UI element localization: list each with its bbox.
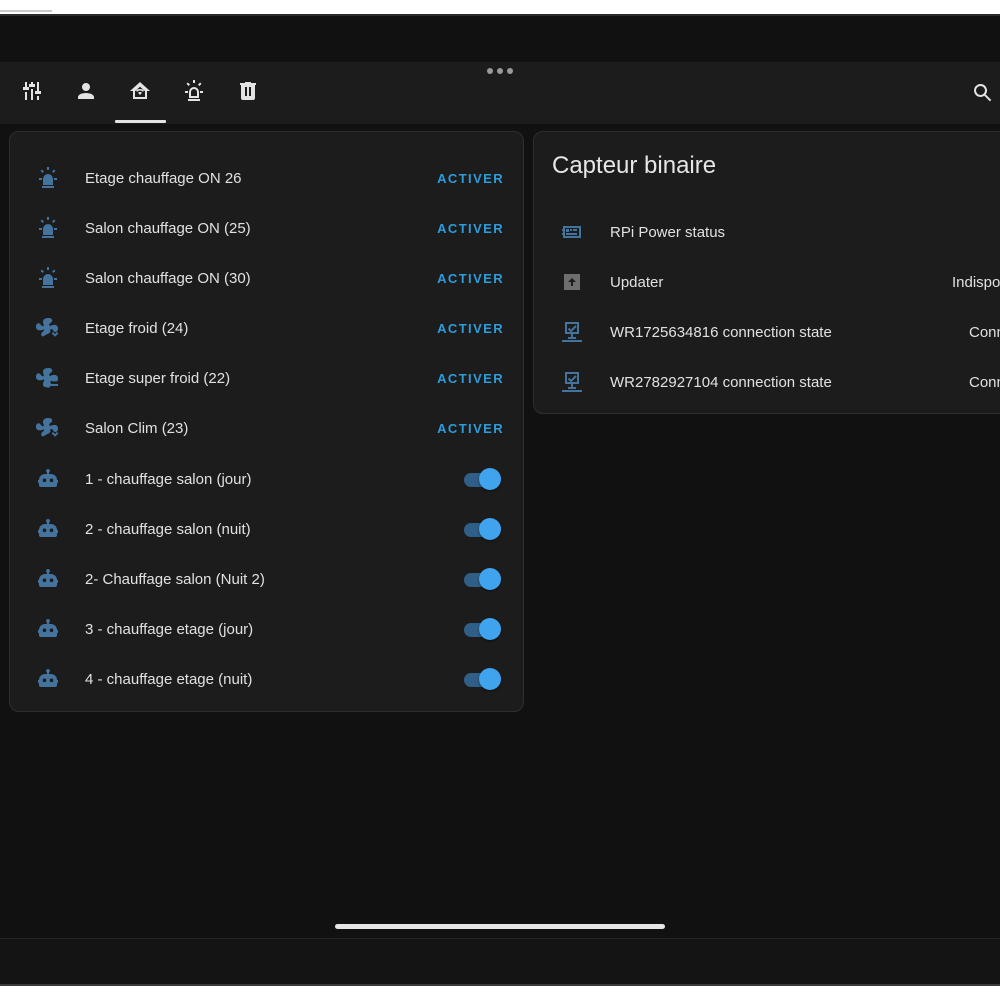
automation-toggle[interactable]	[462, 618, 502, 640]
scene-row: Salon chauffage ON (30) ACTIVER	[10, 253, 523, 303]
status-bar	[0, 16, 1000, 62]
fan-chevron-down-icon	[35, 315, 61, 341]
home-automation-icon	[130, 82, 150, 99]
tune-vertical-icon	[23, 82, 41, 100]
sensor-state: Conn	[969, 323, 1000, 341]
tab-trash-can-icon[interactable]	[235, 78, 261, 104]
row-label: RPi Power status	[610, 223, 726, 241]
row-label: Etage froid (24)	[85, 319, 189, 337]
package-up-icon	[559, 269, 585, 295]
card-title: Capteur binaire	[552, 152, 717, 179]
trash-can-icon	[240, 82, 256, 100]
row-label: WR2782927104 connection state	[610, 373, 832, 391]
activate-button[interactable]: ACTIVER	[437, 371, 504, 386]
magnify-icon	[974, 84, 992, 102]
sensor-row[interactable]: WR2782927104 connection state Conn	[534, 357, 1000, 407]
sensor-row[interactable]: Updater Indispo	[534, 257, 1000, 307]
frame-notch	[0, 0, 52, 12]
app-screen: Etage chauffage ON 26 ACTIVER Salon chau…	[0, 14, 1000, 986]
sensor-state: Indispo	[952, 273, 1000, 291]
sensor-state: Conn	[969, 373, 1000, 391]
row-label: 2 - chauffage salon (nuit)	[85, 520, 251, 538]
automation-row: 4 - chauffage etage (nuit)	[10, 654, 523, 704]
lan-connect-icon	[559, 319, 585, 345]
automation-row: 1 - chauffage salon (jour)	[10, 454, 523, 504]
search-button[interactable]	[968, 78, 998, 108]
scene-row: Etage chauffage ON 26 ACTIVER	[10, 153, 523, 203]
activate-button[interactable]: ACTIVER	[437, 221, 504, 236]
home-indicator[interactable]	[335, 924, 665, 929]
automation-toggle[interactable]	[462, 468, 502, 490]
row-label: WR1725634816 connection state	[610, 323, 832, 341]
alarm-light-icon	[185, 80, 203, 101]
row-label: 4 - chauffage etage (nuit)	[85, 670, 253, 688]
bottom-bar	[0, 938, 1000, 984]
dots-horizontal-icon[interactable]	[487, 66, 513, 76]
row-label: Updater	[610, 273, 664, 291]
automation-row: 2 - chauffage salon (nuit)	[10, 504, 523, 554]
fan-minus-icon	[35, 365, 61, 391]
row-label: Salon Clim (23)	[85, 419, 189, 437]
robot-icon	[35, 666, 61, 692]
tab-tune-vertical-icon[interactable]	[19, 78, 45, 104]
active-tab-indicator	[115, 120, 166, 123]
dashboard-view: Etage chauffage ON 26 ACTIVER Salon chau…	[0, 124, 1000, 934]
top-toolbar	[0, 62, 1000, 124]
robot-icon	[35, 466, 61, 492]
automation-row: 3 - chauffage etage (jour)	[10, 604, 523, 654]
automation-row: 2- Chauffage salon (Nuit 2)	[10, 554, 523, 604]
scene-row: Etage super froid (22) ACTIVER	[10, 353, 523, 403]
lan-connect-icon	[559, 369, 585, 395]
activate-button[interactable]: ACTIVER	[437, 321, 504, 336]
robot-icon	[35, 616, 61, 642]
alarm-light-icon	[35, 265, 61, 291]
alarm-light-icon	[35, 215, 61, 241]
activate-button[interactable]: ACTIVER	[437, 271, 504, 286]
sensor-row[interactable]: RPi Power status	[534, 207, 1000, 257]
scene-row: Salon Clim (23) ACTIVER	[10, 403, 523, 453]
fan-chevron-down-icon	[35, 415, 61, 441]
binary-sensor-card: Capteur binaire RPi Power status Updater…	[533, 131, 1000, 414]
row-label: Etage chauffage ON 26	[85, 169, 242, 187]
activate-button[interactable]: ACTIVER	[437, 171, 504, 186]
robot-icon	[35, 566, 61, 592]
row-label: Salon chauffage ON (25)	[85, 219, 251, 237]
scene-row: Salon chauffage ON (25) ACTIVER	[10, 203, 523, 253]
alarm-light-icon	[35, 165, 61, 191]
row-label: 2- Chauffage salon (Nuit 2)	[85, 570, 265, 588]
sensor-row[interactable]: WR1725634816 connection state Conn	[534, 307, 1000, 357]
robot-icon	[35, 516, 61, 542]
row-label: 3 - chauffage etage (jour)	[85, 620, 254, 638]
automation-toggle[interactable]	[462, 568, 502, 590]
automation-toggle[interactable]	[462, 668, 502, 690]
row-label: Salon chauffage ON (30)	[85, 269, 251, 287]
tab-account-icon[interactable]	[73, 78, 99, 104]
scene-row: Etage froid (24) ACTIVER	[10, 303, 523, 353]
account-icon	[78, 83, 94, 99]
tab-alarm-light-icon[interactable]	[181, 78, 207, 104]
activate-button[interactable]: ACTIVER	[437, 421, 504, 436]
entities-card: Etage chauffage ON 26 ACTIVER Salon chau…	[9, 131, 524, 712]
row-label: 1 - chauffage salon (jour)	[85, 470, 252, 488]
raspberry-pi-board-icon	[559, 219, 585, 245]
device-frame: Etage chauffage ON 26 ACTIVER Salon chau…	[0, 0, 1000, 1000]
row-label: Etage super froid (22)	[85, 369, 231, 387]
automation-toggle[interactable]	[462, 518, 502, 540]
tab-home-automation-icon[interactable]	[127, 78, 153, 104]
